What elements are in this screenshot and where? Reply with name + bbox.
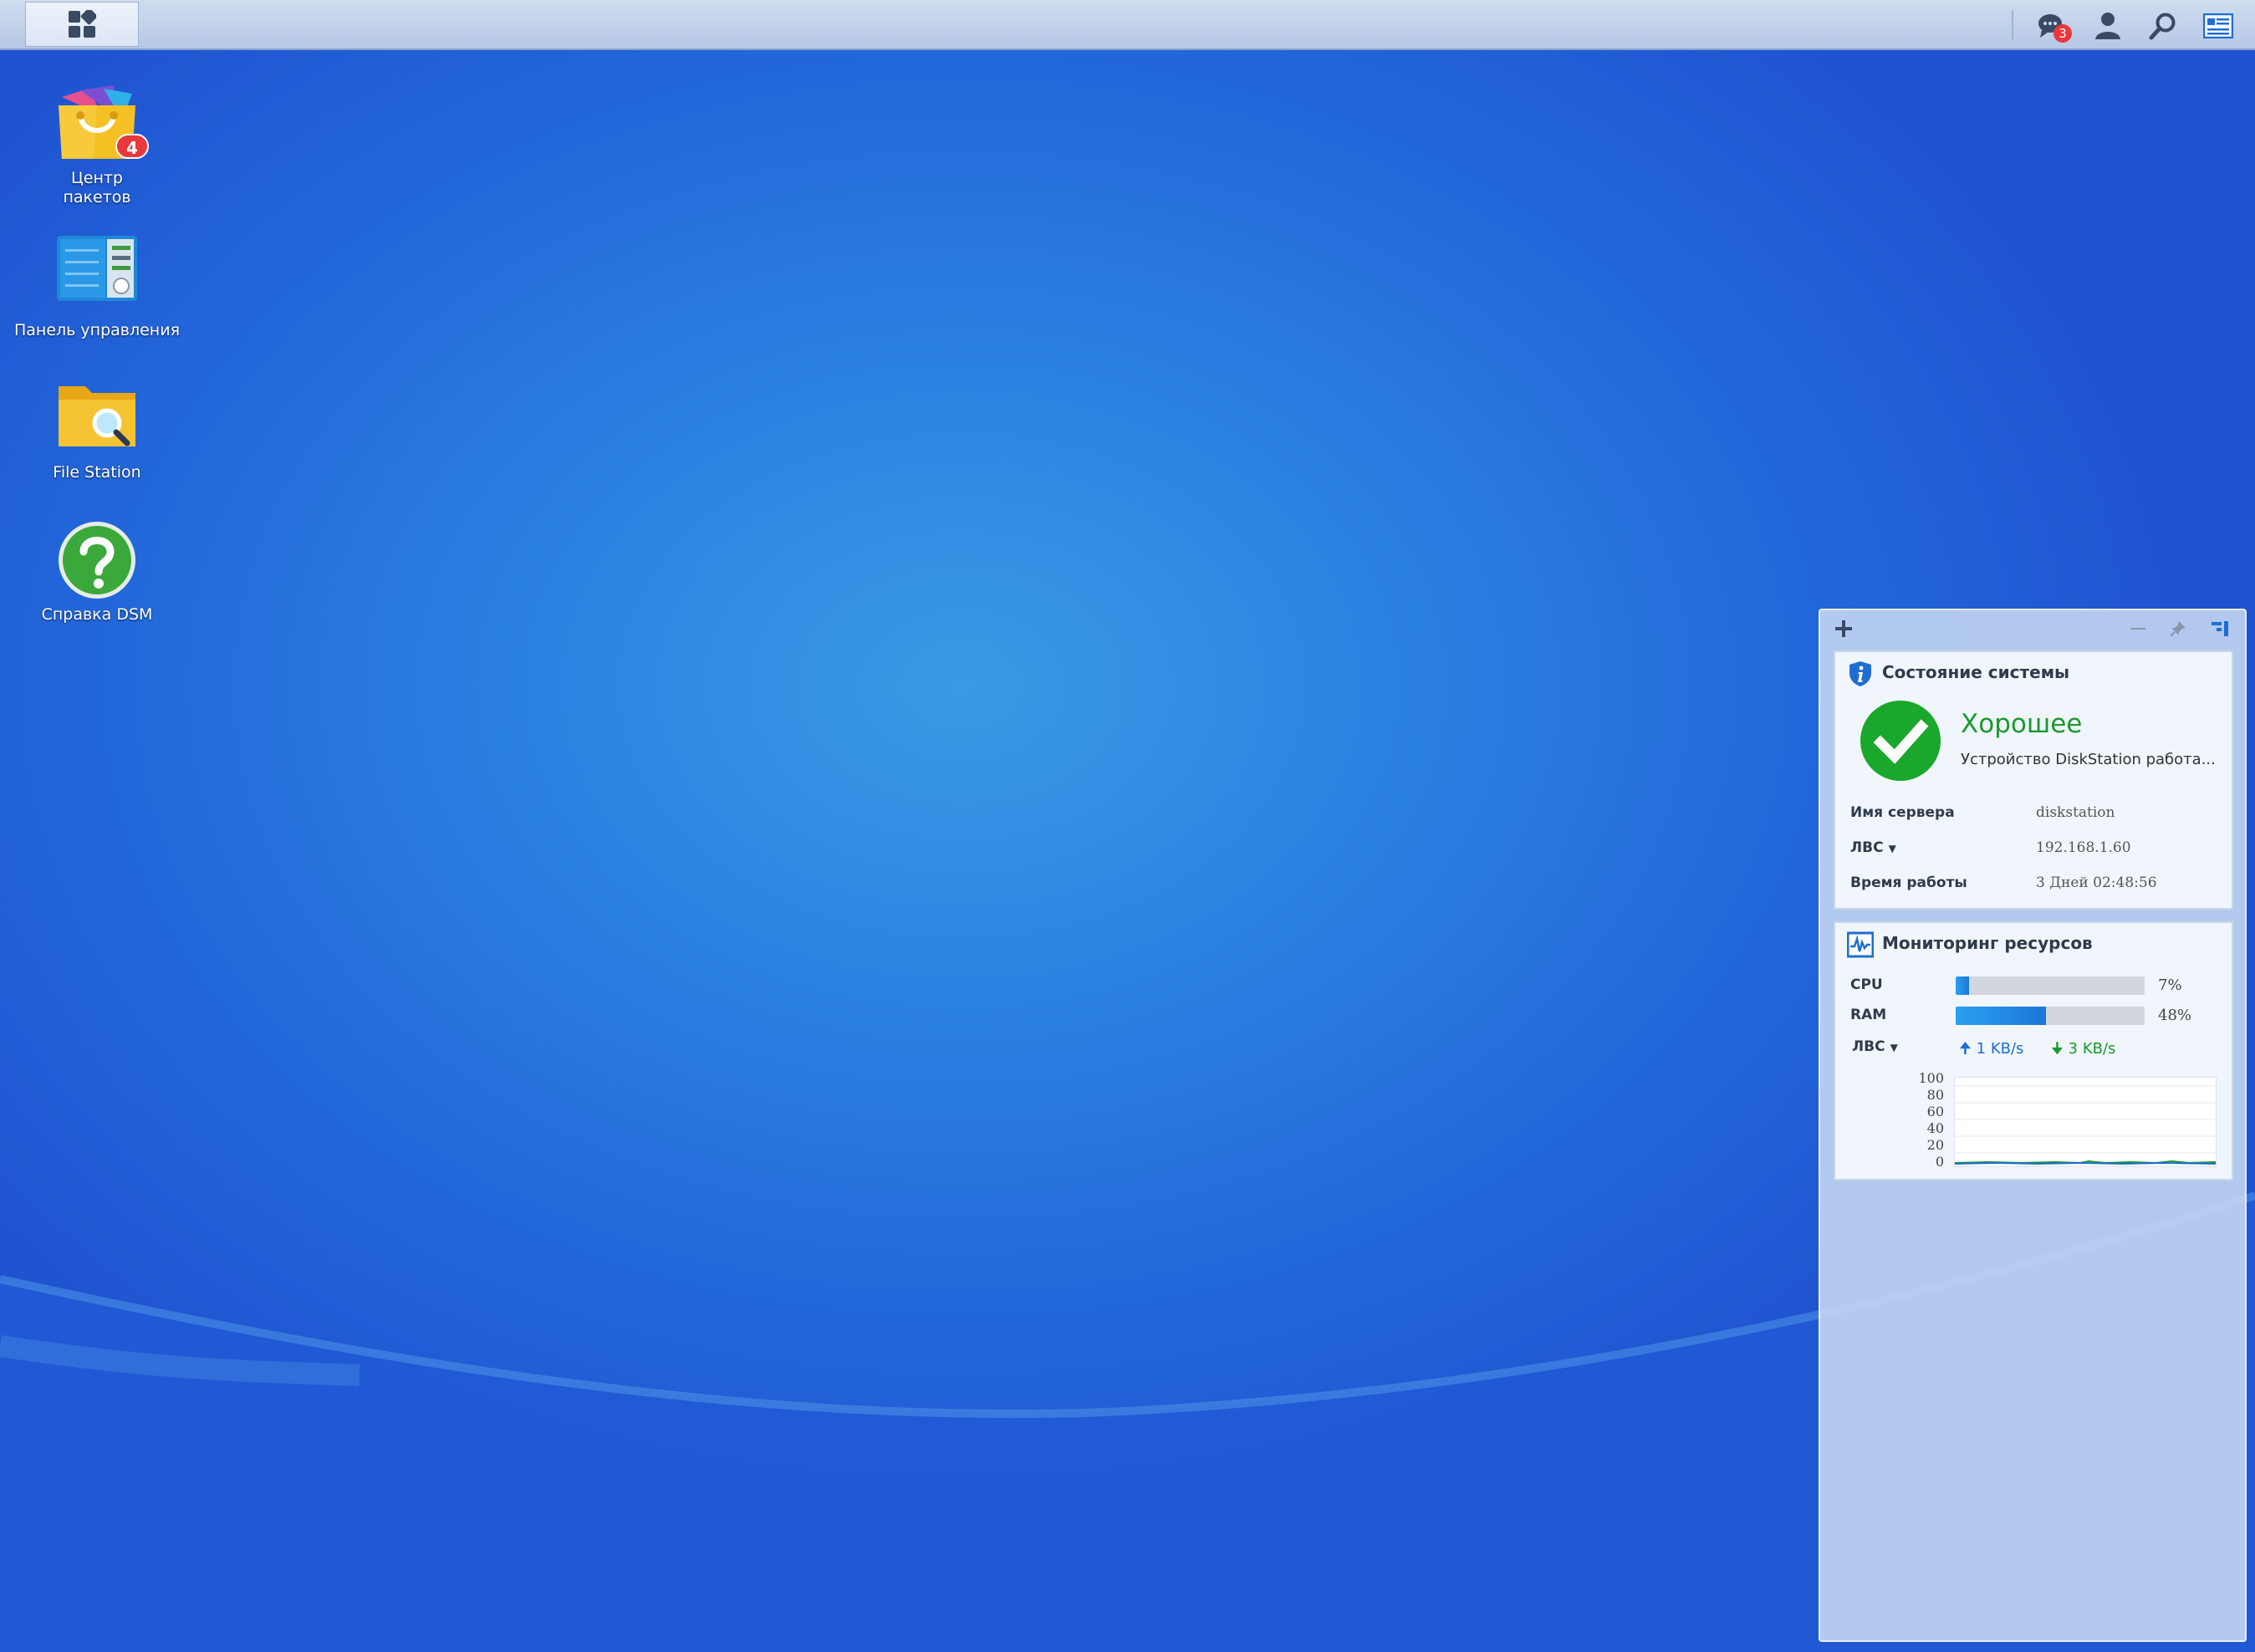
lan-label: ЛВС (1852, 1038, 1885, 1055)
network-usage-chart (1954, 1077, 2217, 1167)
uptime-label: Время работы (1850, 874, 1967, 891)
caret-down-icon: ▼ (1888, 843, 1896, 854)
download-rate: 🠋 3 KB/s (2051, 1038, 2115, 1063)
ram-percent: 48% (2158, 1007, 2192, 1024)
cpu-usage-fill (1956, 976, 1969, 995)
notifications-button[interactable]: 3 (2035, 8, 2072, 43)
cpu-label: CPU (1850, 976, 1883, 993)
y-tick: 60 (1926, 1104, 1944, 1119)
desktop-icon-label: Центр пакетов (63, 169, 131, 206)
y-tick: 80 (1926, 1087, 1944, 1103)
lan-ip-value: 192.168.1.60 (2036, 839, 2131, 856)
desktop-icon-control-panel[interactable]: Панель управления (5, 234, 189, 340)
main-menu-button[interactable] (25, 2, 139, 47)
y-tick: 0 (1935, 1154, 1944, 1170)
taskbar-divider (2012, 10, 2013, 40)
check-circle-icon (1860, 701, 1941, 781)
widgets-toggle-button[interactable] (2201, 8, 2236, 43)
y-tick: 100 (1918, 1070, 1944, 1086)
search-icon (2149, 13, 2176, 40)
package-center-icon: 4 (55, 82, 149, 166)
lan-select[interactable]: ЛВС ▼ (1850, 839, 1896, 856)
widget-panel: Состояние системы Хорошее Устройство Dis… (1819, 609, 2247, 1642)
caret-down-icon: ▼ (1890, 1042, 1898, 1053)
arrow-down-icon: 🠋 (2051, 1040, 2064, 1058)
dsm-help-icon (55, 518, 139, 602)
pin-widgets-button[interactable] (2166, 617, 2190, 640)
upload-value: 1 KB/s (1976, 1040, 2024, 1058)
uptime-value: 3 Дней 02:48:56 (2036, 874, 2157, 891)
resource-monitor-widget: Мониторинг ресурсов CPU 7% RAM 48% ЛВС ▼ … (1834, 921, 2233, 1180)
widget-title: Состояние системы (1882, 662, 2070, 682)
taskbar: 3 (0, 0, 2255, 50)
desktop-icon-file-station[interactable]: File Station (5, 376, 189, 482)
ram-usage-fill (1956, 1007, 2047, 1025)
y-tick: 40 (1926, 1120, 1944, 1136)
cpu-usage-bar (1956, 976, 2145, 995)
file-station-icon (55, 376, 139, 460)
ram-usage-bar (1956, 1007, 2145, 1025)
minimize-widgets-button[interactable] (2126, 617, 2150, 640)
health-status: Хорошее (1961, 709, 2083, 739)
desktop-icon-label: Панель управления (13, 321, 181, 339)
network-chart-plot (1954, 1085, 2217, 1165)
panel-right-icon (2212, 621, 2228, 636)
cpu-percent: 7% (2158, 976, 2182, 994)
server-name-label: Имя сервера (1850, 804, 1955, 821)
widget-panel-header (1820, 610, 2245, 647)
package-updates-badge: 4 (115, 134, 149, 159)
server-name-value: diskstation (2036, 804, 2115, 821)
desktop-icon-label: File Station (53, 463, 141, 482)
pin-icon (2170, 621, 2186, 637)
user-options-button[interactable] (2090, 8, 2125, 43)
add-widget-button[interactable] (1832, 617, 1855, 640)
plus-icon (1835, 620, 1852, 637)
search-button[interactable] (2145, 8, 2181, 43)
y-tick: 20 (1926, 1137, 1944, 1153)
widget-title: Мониторинг ресурсов (1882, 933, 2093, 953)
arrow-up-icon: 🠉 (1959, 1040, 1972, 1058)
info-shield-icon (1849, 661, 1871, 686)
ram-label: RAM (1850, 1007, 1887, 1023)
system-health-widget: Состояние системы Хорошее Устройство Dis… (1834, 650, 2233, 910)
lan-label: ЛВС (1850, 839, 1884, 856)
notification-count-badge: 3 (2053, 24, 2072, 43)
lan-interface-select[interactable]: ЛВС ▼ (1852, 1038, 1898, 1055)
control-panel-icon (55, 234, 139, 318)
user-icon (2095, 13, 2120, 39)
desktop-icon-package-center[interactable]: 4 Центр пакетов (5, 82, 189, 207)
health-description: Устройство DiskStation работа... (1961, 751, 2216, 768)
main-menu-icon (69, 10, 96, 38)
minus-icon (2130, 628, 2145, 630)
dock-widgets-button[interactable] (2208, 617, 2232, 640)
download-value: 3 KB/s (2068, 1040, 2116, 1058)
desktop-icon-label: Справка DSM (41, 605, 153, 624)
widgets-panel-icon (2203, 13, 2233, 38)
desktop-icon-dsm-help[interactable]: Справка DSM (5, 518, 189, 625)
resource-monitor-icon (1847, 931, 1874, 958)
upload-rate: 🠉 1 KB/s (1959, 1038, 2023, 1063)
